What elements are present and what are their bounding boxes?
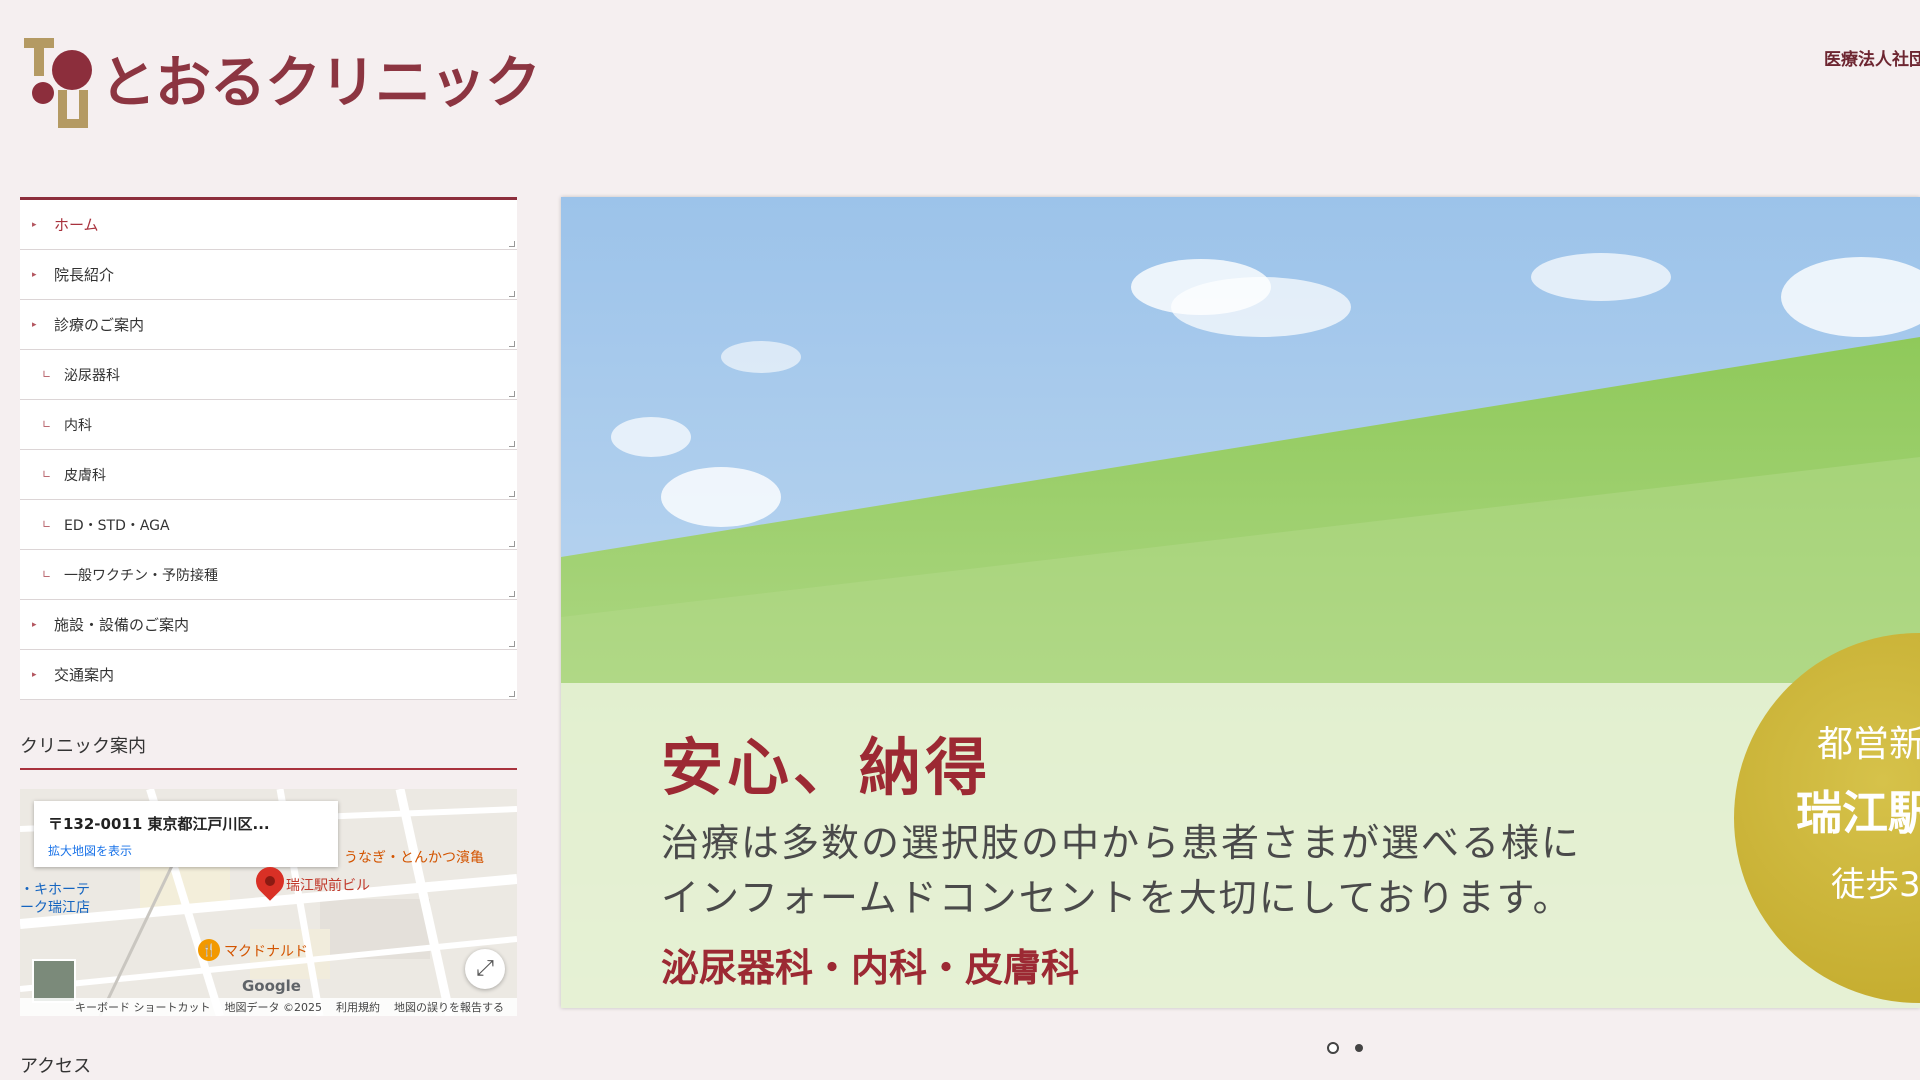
map-label-mcdonalds[interactable]: マクドナルド [224,941,308,961]
hero-subtitle-line-1: 治療は多数の選択肢の中から患者さまが選べる様に [661,821,1582,865]
hero-departments: 泌尿器科・内科・皮膚科 [661,946,1080,990]
google-logo: Google [242,977,301,995]
sub-indent-icon: ∟ [42,568,52,581]
nav-item-label: 泌尿器科 [64,367,120,384]
badge-line-3: 徒歩3 [1831,865,1920,905]
fork-knife-icon: 🍴 [198,939,220,961]
hero-slider[interactable]: 安心、納得 治療は多数の選択肢の中から患者さまが選べる様に インフォームドコンセ… [561,197,1920,1008]
nav-item-treatment[interactable]: ▸ 診療のご案内 [20,300,517,350]
sub-indent-icon: ∟ [42,418,52,431]
map-footer-report[interactable]: 地図の誤りを報告する [394,999,504,1015]
nav-subitem-vaccine[interactable]: ∟ 一般ワクチン・予防接種 [20,550,517,600]
map-footer-data: 地図データ ©2025 [224,1001,323,1014]
map-address: 〒132-0011 東京都江戸川区... [48,815,270,833]
nav-subitem-ed-std-aga[interactable]: ∟ ED・STD・AGA [20,500,517,550]
chevron-right-icon: ▸ [32,319,37,330]
nav-subitem-urology[interactable]: ∟ 泌尿器科 [20,350,517,400]
nav-subitem-dermatology[interactable]: ∟ 皮膚科 [20,450,517,500]
chevron-right-icon: ▸ [32,619,37,630]
chevron-right-icon: ▸ [32,219,37,230]
hero-heading: 安心、納得 [661,731,992,804]
sub-indent-icon: ∟ [42,468,52,481]
site-logo[interactable]: とおるクリニック [22,38,541,130]
map-enlarge-link[interactable]: 拡大地図を表示 [48,842,324,859]
clinic-info-heading: クリニック案内 [20,732,517,770]
map-label-restaurant[interactable]: うなぎ・とんかつ濱亀 [344,847,484,867]
logo-text: とおるクリニック [100,51,541,116]
map-footer: キーボード ショートカット 地図データ ©2025 利用規約 地図の誤りを報告す… [20,998,517,1016]
nav-item-label: 診療のご案内 [54,316,145,334]
map-label-store-1: ・キホーテ [20,882,90,898]
slider-dot-1[interactable] [1327,1042,1339,1054]
map-footer-terms[interactable]: 利用規約 [336,999,380,1015]
nav-item-label: ED・STD・AGA [64,517,170,534]
nav-item-transport[interactable]: ▸ 交通案内 [20,650,517,700]
embedded-map[interactable]: 〒132-0011 東京都江戸川区... 拡大地図を表示 うなぎ・とんかつ濱亀 … [20,789,517,1016]
sub-indent-icon: ∟ [42,368,52,381]
chevron-right-icon: ▸ [32,269,37,280]
nav-item-facilities[interactable]: ▸ 施設・設備のご案内 [20,600,517,650]
nav-item-home[interactable]: ▸ ホーム [20,200,517,250]
nav-item-label: 交通案内 [54,666,115,684]
logo-mark-icon [22,38,94,130]
chevron-right-icon: ▸ [32,669,37,680]
sidebar-nav: ▸ ホーム ▸ 院長紹介 ▸ 診療のご案内 ∟ 泌尿器科 ∟ 内科 ∟ 皮膚科 … [20,197,517,700]
slider-dot-2[interactable] [1355,1044,1363,1052]
badge-line-2: 瑞江駅 [1796,786,1920,840]
nav-item-label: 皮膚科 [64,467,106,484]
nav-subitem-internal[interactable]: ∟ 内科 [20,400,517,450]
map-label-store-2: ーク瑞江店 [20,900,90,916]
nav-item-label: 施設・設備のご案内 [54,616,190,634]
corporation-name: 医療法人社団 [1824,50,1920,70]
hero-subtitle-line-2: インフォームドコンセントを大切にしております。 [661,876,1573,920]
nav-item-label: ホーム [54,216,99,234]
slider-pagination [1327,1042,1363,1054]
map-info-card: 〒132-0011 東京都江戸川区... 拡大地図を表示 [34,801,338,867]
nav-item-director[interactable]: ▸ 院長紹介 [20,250,517,300]
badge-line-1: 都営新 [1817,724,1920,765]
nav-item-label: 内科 [64,417,92,434]
fullscreen-icon[interactable]: ⤢ [465,949,505,989]
map-label-building[interactable]: 瑞江駅前ビル [286,875,370,895]
map-footer-shortcuts[interactable]: キーボード ショートカット [75,999,211,1015]
sub-indent-icon: ∟ [42,518,52,531]
satellite-toggle-icon[interactable] [32,959,76,1003]
nav-item-label: 院長紹介 [54,266,115,284]
nav-item-label: 一般ワクチン・予防接種 [64,567,218,584]
access-heading: アクセス [20,1056,92,1077]
